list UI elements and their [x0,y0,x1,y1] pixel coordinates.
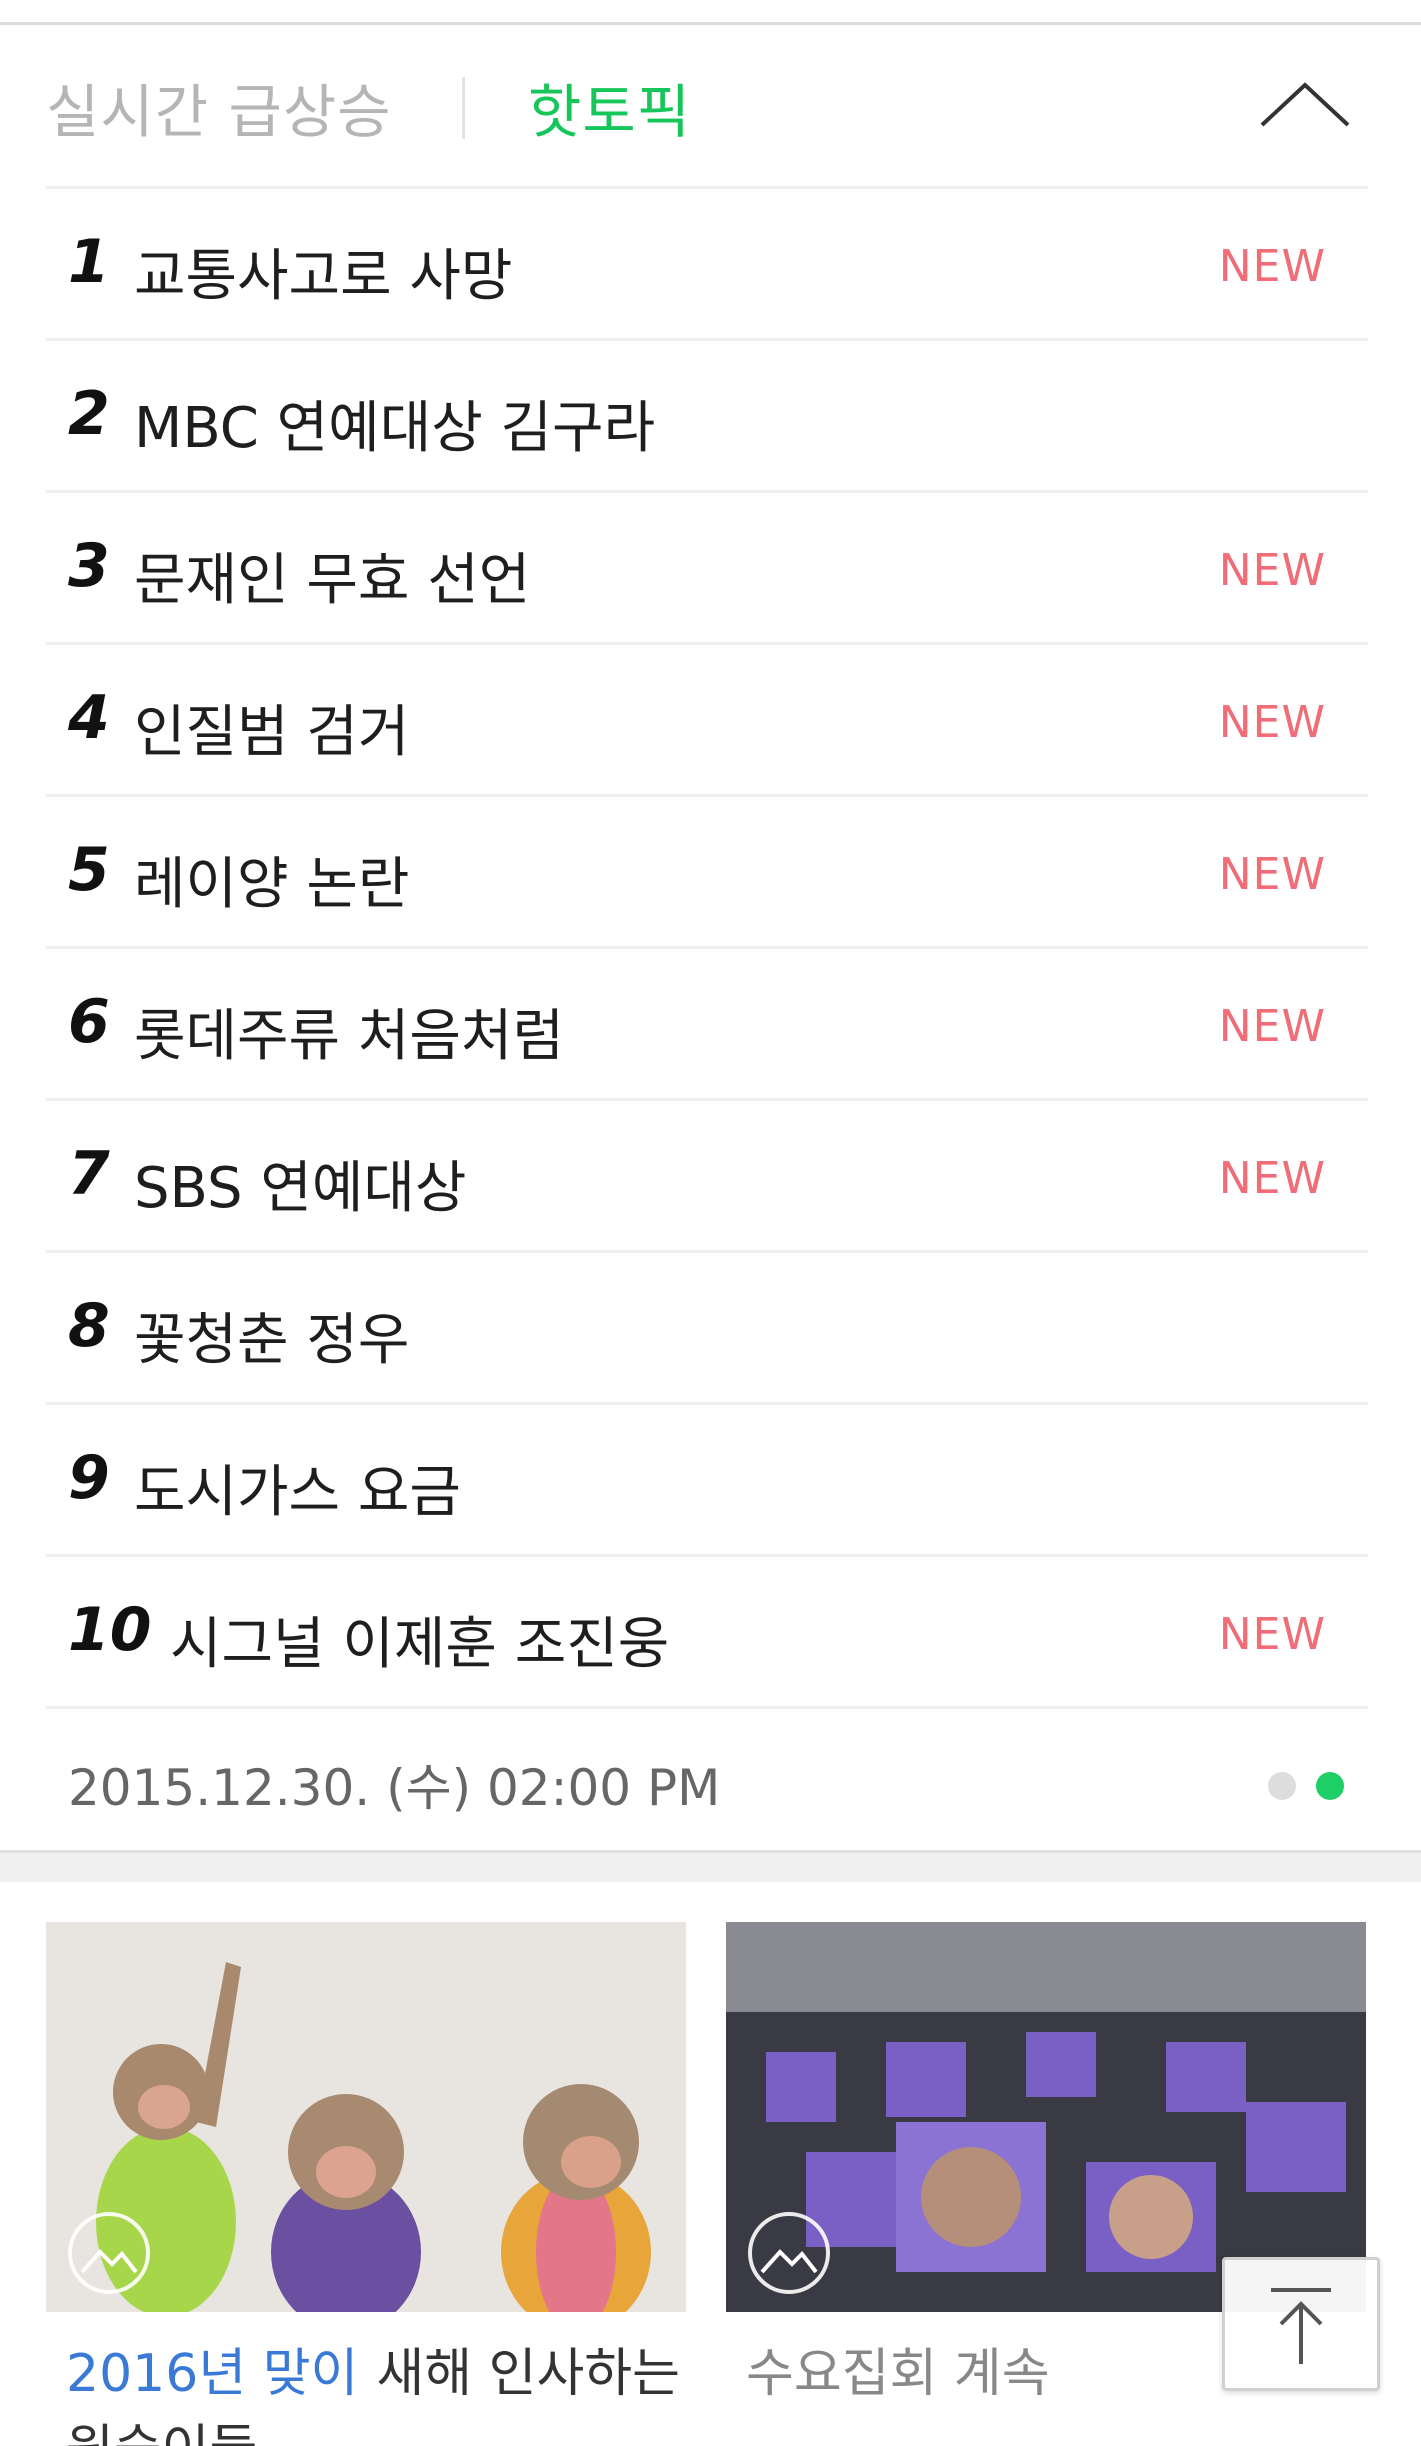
ranking-row[interactable]: 8 꽃청춘 정우 [46,1253,1368,1405]
rank-number: 4 [68,683,110,753]
photo-icon [748,2212,830,2294]
rank-number: 6 [68,987,110,1057]
rank-number: 9 [68,1443,110,1513]
ranking-row[interactable]: 4 인질범 검거 NEW [46,645,1368,797]
ranking-row[interactable]: 5 레이양 논란 NEW [46,797,1368,949]
new-badge: NEW [1218,241,1326,292]
tab-bar: 실시간 급상승 핫토픽 [0,25,1421,188]
news-photo[interactable] [46,1922,686,2312]
rank-number: 10 [68,1595,152,1665]
rank-number: 1 [68,227,110,297]
rank-number: 8 [68,1291,110,1361]
ranking-keyword[interactable]: 도시가스 요금 [134,1447,461,1528]
ranking-keyword[interactable]: MBC 연예대상 김구라 [134,383,655,464]
news-title: 수요집회 계속 [746,2344,1050,2404]
photo-icon [68,2212,150,2294]
scroll-to-top-button[interactable] [1222,2257,1380,2391]
tab-realtime-rising[interactable]: 실시간 급상승 [46,65,392,149]
new-badge: NEW [1218,1609,1326,1660]
top-bar [0,0,1421,25]
ranking-keyword[interactable]: 롯데주류 처음처럼 [134,991,564,1072]
page-indicator-dot-active[interactable] [1316,1772,1344,1800]
ranking-list: 1 교통사고로 사망 NEW 2 MBC 연예대상 김구라 3 문재인 무효 선… [46,186,1368,1709]
ranking-keyword[interactable]: 꽃청춘 정우 [134,1295,409,1376]
ranking-keyword[interactable]: 문재인 무효 선언 [134,535,530,616]
rank-number: 5 [68,835,110,905]
collapse-button[interactable] [1250,65,1360,145]
new-badge: NEW [1218,697,1326,748]
ranking-row[interactable]: 6 롯데주류 처음처럼 NEW [46,949,1368,1101]
new-badge: NEW [1218,1001,1326,1052]
news-photo[interactable] [726,1922,1366,2312]
new-badge: NEW [1218,545,1326,596]
ranking-row[interactable]: 3 문재인 무효 선언 NEW [46,493,1368,645]
ranking-keyword[interactable]: 레이양 논란 [134,839,409,920]
ranking-row[interactable]: 7 SBS 연예대상 NEW [46,1101,1368,1253]
new-badge: NEW [1218,1153,1326,1204]
ranking-keyword[interactable]: SBS 연예대상 [134,1143,466,1224]
section-divider [0,1850,1421,1882]
ranking-keyword[interactable]: 인질범 검거 [134,687,409,768]
news-highlight: 2016년 맞이 [66,2344,359,2404]
tab-hot-topic[interactable]: 핫토픽 [528,65,691,149]
ranking-footer: 2015.12.30. (수) 02:00 PM [46,1706,1368,1856]
ranking-keyword[interactable]: 교통사고로 사망 [134,231,512,312]
rank-number: 2 [68,379,110,449]
ranking-row[interactable]: 2 MBC 연예대상 김구라 [46,341,1368,493]
arrow-up-icon [1271,2288,1331,2364]
news-caption[interactable]: 2016년 맞이새해 인사하는 원숭이들 [66,2336,686,2446]
ranking-row[interactable]: 9 도시가스 요금 [46,1405,1368,1557]
ranking-row[interactable]: 1 교통사고로 사망 NEW [46,189,1368,341]
update-timestamp: 2015.12.30. (수) 02:00 PM [68,1759,721,1817]
chevron-up-icon [1260,82,1350,127]
rank-number: 3 [68,531,110,601]
ranking-row[interactable]: 10 시그널 이제훈 조진웅 NEW [46,1557,1368,1709]
page-indicator-dot[interactable] [1268,1772,1296,1800]
new-badge: NEW [1218,849,1326,900]
page: 실시간 급상승 핫토픽 1 교통사고로 사망 NEW 2 MBC 연예대상 김구… [0,0,1421,2446]
tab-divider [462,77,465,139]
rank-number: 7 [68,1139,110,1209]
news-card[interactable]: 2016년 맞이새해 인사하는 원숭이들 [46,1922,686,2446]
ranking-keyword[interactable]: 시그널 이제훈 조진웅 [170,1599,669,1680]
